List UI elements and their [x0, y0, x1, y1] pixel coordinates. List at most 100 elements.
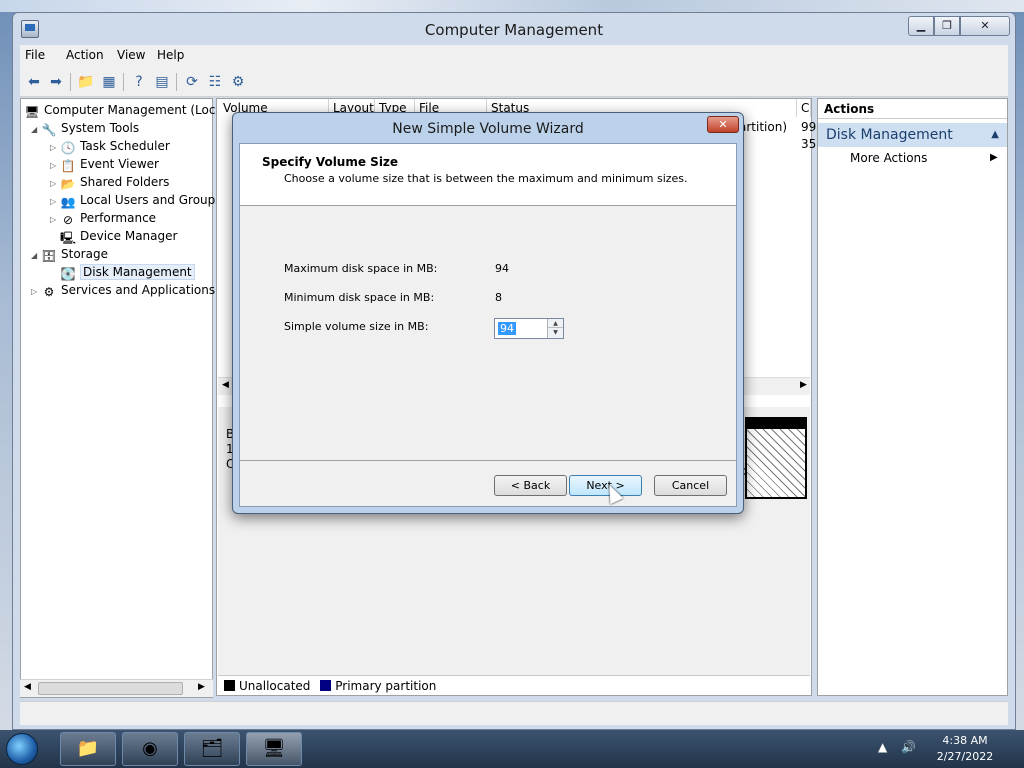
tree-item-event-viewer[interactable]: ▷ 📋 Event Viewer	[50, 155, 159, 173]
capacity-value: 99	[801, 120, 817, 134]
up-folder-icon[interactable]: 📁	[76, 72, 96, 92]
disk-icon: 💽	[60, 267, 76, 281]
increment-arrow-icon[interactable]: ▲	[548, 319, 563, 328]
primary-partition-swatch	[320, 680, 332, 691]
volume-size-input[interactable]: 94	[498, 322, 516, 335]
tree-item-disk-management[interactable]: 💽 Disk Management	[60, 263, 195, 281]
window-title: Computer Management	[424, 21, 604, 39]
volume-size-stepper[interactable]: 94 ▲ ▼	[494, 318, 564, 339]
start-button[interactable]	[6, 733, 38, 765]
tree-horizontal-scrollbar[interactable]: ◀ ▶	[20, 679, 213, 697]
clock-icon: 🕓	[60, 141, 76, 155]
menu-file[interactable]: File	[25, 48, 45, 62]
expand-arrow-icon[interactable]: ▷	[31, 283, 41, 301]
tree-item-storage[interactable]: ◢ 🗄 Storage	[31, 245, 108, 263]
dialog-heading: Specify Volume Size	[262, 155, 399, 169]
refresh-icon[interactable]: ⟳	[182, 72, 202, 92]
min-space-value: 8	[495, 291, 502, 304]
explorer-icon[interactable]: 📁	[60, 732, 116, 766]
collapse-arrow-icon[interactable]: ◢	[31, 121, 41, 139]
performance-icon: ⊘	[62, 213, 74, 227]
tree-item-local-users[interactable]: ▷ 👥 Local Users and Groups	[50, 191, 222, 209]
chrome-icon[interactable]: ◉	[122, 732, 178, 766]
tree-item-computer-management[interactable]: 🖥 Computer Management (Local	[24, 101, 226, 119]
title-bar[interactable]: Computer Management ▁ ❐ ✕	[13, 13, 1015, 45]
clock-time: 4:38 AM	[942, 734, 988, 747]
stepper-buttons: ▲ ▼	[547, 319, 563, 338]
computer-icon: 🖥	[24, 105, 40, 119]
forward-arrow-icon[interactable]: ➡	[46, 72, 66, 92]
menu-help[interactable]: Help	[157, 48, 184, 62]
min-space-label: Minimum disk space in MB:	[284, 291, 435, 304]
toolbar-separator	[176, 73, 177, 91]
dialog-divider	[240, 460, 736, 461]
actions-section-label: Disk Management	[826, 127, 953, 143]
actions-section-disk-management[interactable]: Disk Management ▲	[818, 123, 1007, 147]
status-bar	[20, 701, 1008, 725]
dialog-close-button[interactable]: ✕	[707, 116, 739, 133]
decrement-arrow-icon[interactable]: ▼	[548, 328, 563, 337]
tree-item-services-applications[interactable]: ▷ ⚙ Services and Applications	[31, 281, 215, 299]
device-manager-icon: 🖳	[60, 231, 77, 245]
menu-bar: File Action View Help	[20, 45, 1008, 67]
event-viewer-icon: 📋	[60, 159, 76, 173]
desktop-background	[0, 0, 1024, 12]
tree-item-system-tools[interactable]: ◢ 🔧 System Tools	[31, 119, 139, 137]
legend-primary-partition: Primary partition	[335, 679, 437, 693]
tree-item-performance[interactable]: ▷ ⊘ Performance	[50, 209, 156, 227]
collapse-arrow-icon[interactable]: ◢	[31, 247, 41, 265]
unallocated-swatch	[224, 680, 235, 691]
back-arrow-icon[interactable]: ⬅	[24, 72, 44, 92]
scroll-left-icon[interactable]: ◀	[222, 380, 229, 390]
disk-legend: Unallocated Primary partition	[218, 675, 810, 695]
storage-icon: 🗄	[41, 249, 57, 263]
show-hidden-icons-icon[interactable]: ▲	[878, 740, 887, 754]
system-tray: ▲ 🔊	[878, 740, 916, 754]
clock-date: 2/27/2022	[936, 750, 994, 763]
clock[interactable]: 4:38 AM 2/27/2022	[930, 733, 1000, 765]
scroll-left-icon[interactable]: ◀	[24, 682, 31, 692]
column-capacity[interactable]: C	[797, 99, 811, 117]
expand-arrow-icon[interactable]: ▷	[50, 211, 60, 229]
restore-button[interactable]: ❐	[934, 16, 960, 36]
help-icon[interactable]: ?	[129, 72, 149, 92]
toolbar-separator	[123, 73, 124, 91]
back-button[interactable]: < Back	[494, 475, 567, 496]
dialog-subheading: Choose a volume size that is between the…	[284, 172, 688, 185]
tools-icon: 🔧	[41, 123, 57, 137]
tree-item-task-scheduler[interactable]: ▷ 🕓 Task Scheduler	[50, 137, 170, 155]
new-simple-volume-wizard: New Simple Volume Wizard ✕ Specify Volum…	[232, 112, 744, 514]
scrollbar-thumb[interactable]	[38, 682, 183, 695]
actions-header: Actions	[818, 99, 1007, 119]
show-action-pane-icon[interactable]: ▤	[152, 72, 172, 92]
close-button[interactable]: ✕	[960, 16, 1010, 36]
services-icon: ⚙	[43, 285, 55, 299]
scroll-right-icon[interactable]: ▶	[198, 682, 205, 692]
taskbar: 📁 ◉ 🗂 🖥 ▲ 🔊 4:38 AM 2/27/2022	[0, 730, 1024, 768]
actions-pane: Actions Disk Management ▲ More Actions ▶	[817, 98, 1008, 696]
menu-view[interactable]: View	[117, 48, 145, 62]
scroll-right-icon[interactable]: ▶	[800, 380, 807, 390]
shared-folder-icon: 📂	[60, 177, 76, 191]
submenu-arrow-icon[interactable]: ▶	[990, 152, 998, 163]
volume-size-label: Simple volume size in MB:	[284, 320, 429, 333]
show-hide-tree-icon[interactable]: ▦	[99, 72, 119, 92]
tree-item-device-manager[interactable]: 🖳 Device Manager	[60, 227, 177, 245]
minimize-button[interactable]: ▁	[908, 16, 934, 36]
dialog-title: New Simple Volume Wizard	[392, 121, 584, 137]
settings-icon[interactable]: ⚙	[228, 72, 248, 92]
legend-unallocated: Unallocated	[239, 679, 311, 693]
toolbar: ⬅ ➡ 📁 ▦ ? ▤ ⟳ ☷ ⚙	[20, 67, 1008, 97]
action-more-actions[interactable]: More Actions	[850, 151, 927, 165]
folder-share-icon[interactable]: 🗂	[184, 732, 240, 766]
computer-management-icon[interactable]: 🖥	[246, 732, 302, 766]
volume-icon[interactable]: 🔊	[901, 740, 916, 754]
collapse-up-icon[interactable]: ▲	[991, 123, 999, 147]
tree-item-shared-folders[interactable]: ▷ 📂 Shared Folders	[50, 173, 169, 191]
cancel-button[interactable]: Cancel	[654, 475, 727, 496]
more-actions-label: More Actions	[850, 151, 928, 165]
properties-icon[interactable]: ☷	[205, 72, 225, 92]
unallocated-disk-region[interactable]	[745, 417, 807, 499]
menu-action[interactable]: Action	[66, 48, 104, 62]
max-space-value: 94	[495, 262, 509, 275]
